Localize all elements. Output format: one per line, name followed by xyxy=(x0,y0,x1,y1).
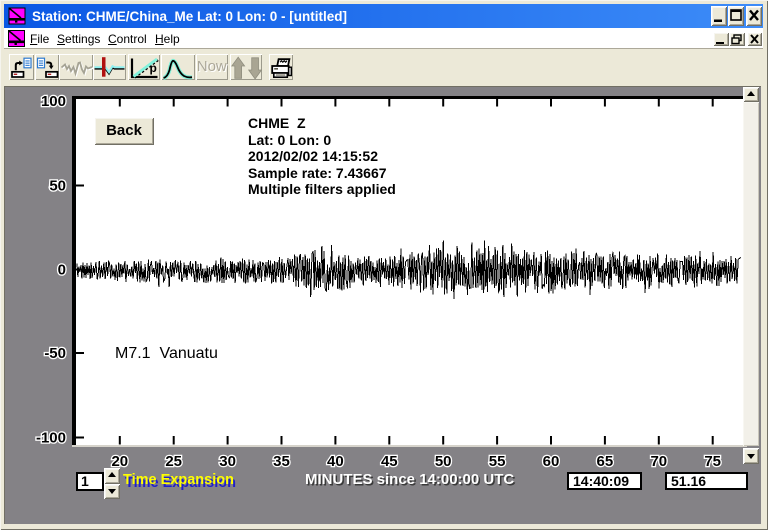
svg-text:0: 0 xyxy=(58,262,66,279)
svg-text:45: 45 xyxy=(381,453,398,470)
svg-text:55: 55 xyxy=(489,453,506,470)
svg-text:65: 65 xyxy=(597,453,614,470)
svg-text:50: 50 xyxy=(49,178,66,195)
svg-text:60: 60 xyxy=(543,453,560,470)
svg-text:25: 25 xyxy=(165,453,182,470)
svg-text:40: 40 xyxy=(327,453,344,470)
svg-text:70: 70 xyxy=(650,453,667,470)
svg-text:-50: -50 xyxy=(44,345,66,362)
svg-text:-100: -100 xyxy=(36,430,66,447)
svg-text:35: 35 xyxy=(273,453,290,470)
svg-text:30: 30 xyxy=(219,453,236,470)
svg-text:50: 50 xyxy=(435,453,452,470)
svg-text:p: p xyxy=(150,61,157,75)
svg-text:100: 100 xyxy=(41,93,66,110)
svg-text:75: 75 xyxy=(704,453,721,470)
